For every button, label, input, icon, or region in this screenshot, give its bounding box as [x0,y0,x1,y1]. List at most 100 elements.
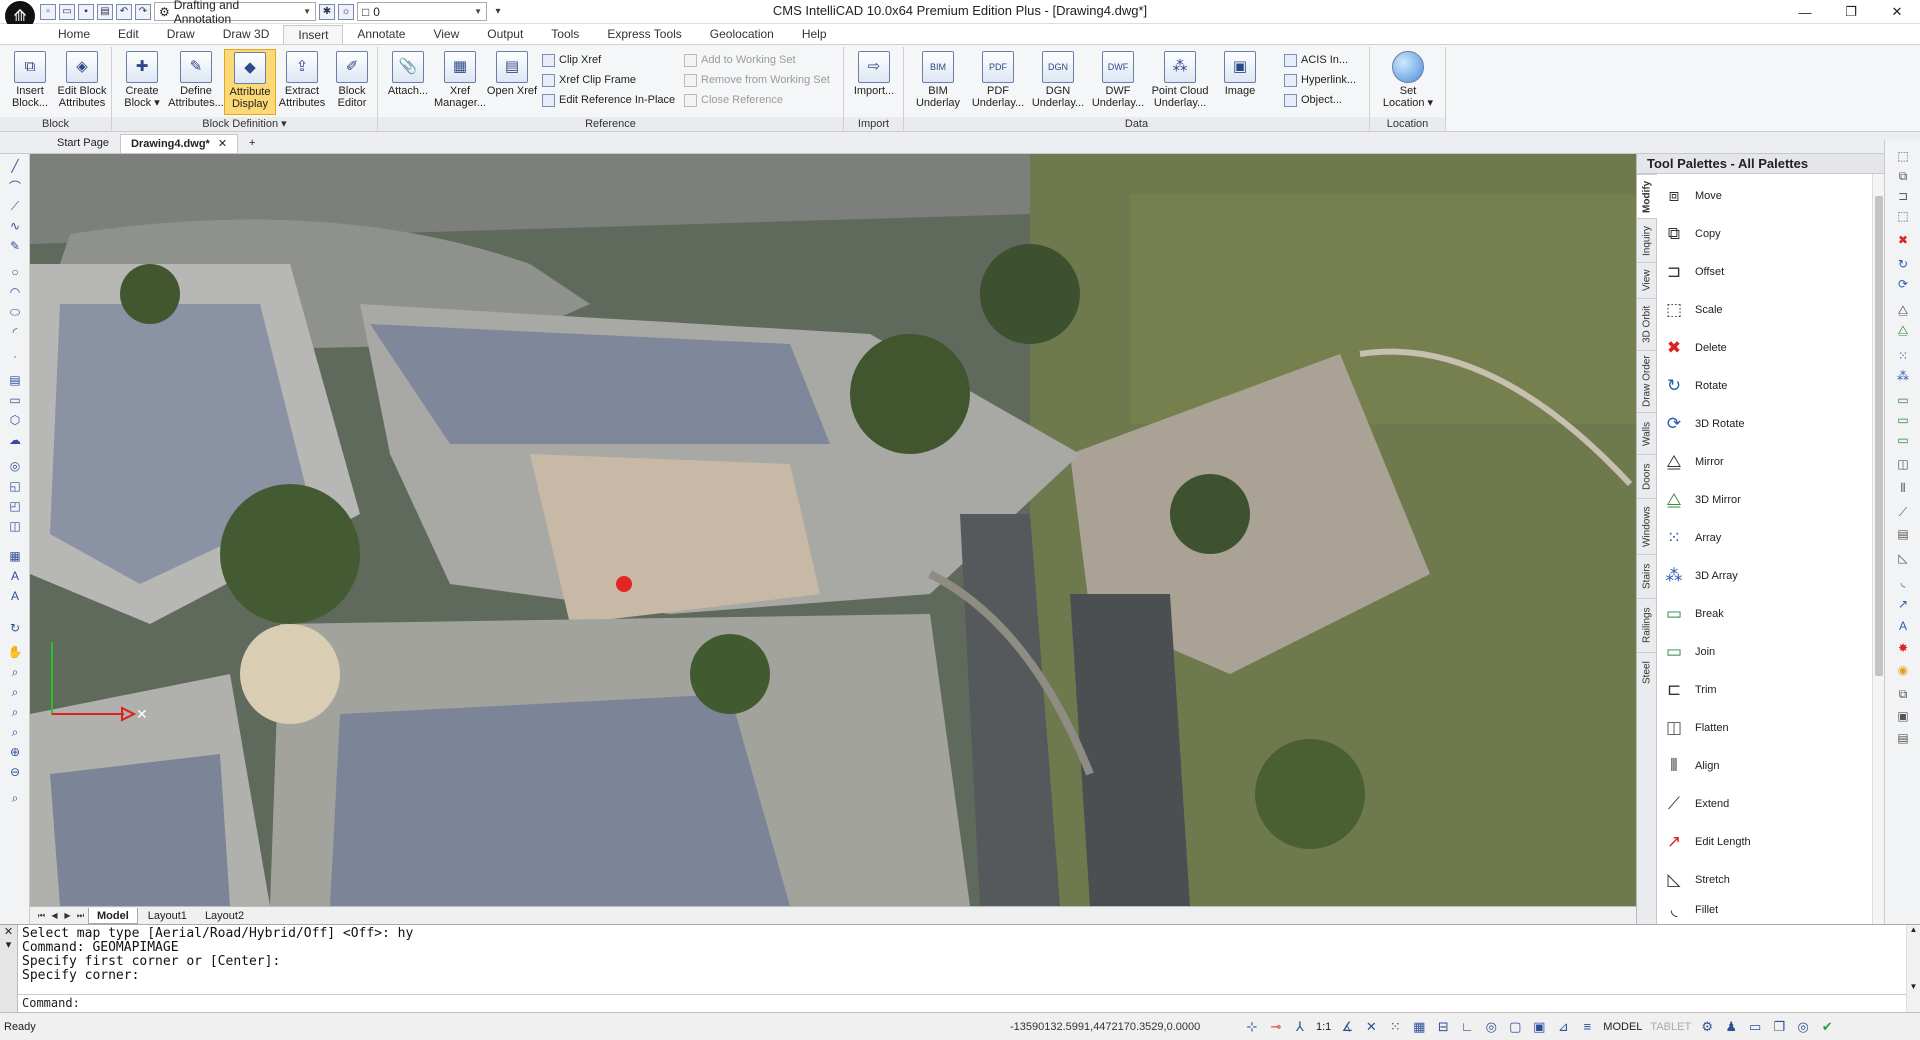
layer-icon[interactable]: ▣ [1895,708,1911,724]
table-icon[interactable]: ▦ [6,548,24,564]
zoom-window-icon[interactable]: ⌕ [6,684,24,700]
palette-item-move[interactable]: ⧈ Move [1661,182,1722,210]
polyline-icon[interactable]: ⌒ [6,178,24,194]
palette-tab-steel[interactable]: Steel [1637,652,1657,692]
palette-item-mirror[interactable]: ⧋ Mirror [1661,448,1723,476]
ortho-icon[interactable]: ⊸ [1264,1016,1288,1038]
tab-draw-3d[interactable]: Draw 3D [209,25,284,44]
flatten-icon[interactable]: ◫ [1895,456,1911,472]
palette-tab-railings[interactable]: Railings [1637,598,1657,652]
palette-tab-stairs[interactable]: Stairs [1637,554,1657,598]
palette-tab-windows[interactable]: Windows [1637,498,1657,554]
coordinates-readout[interactable]: -13590132.5991,4472170.3529,0.0000 [1010,1021,1240,1033]
region-icon[interactable]: ◱ [6,478,24,494]
3d-rotate-icon[interactable]: ⟳ [1895,276,1911,292]
extend-icon[interactable]: ⟋ [1895,504,1911,520]
mtext-icon[interactable]: A [6,588,24,604]
monitor-icon[interactable]: ▭ [1743,1016,1767,1038]
palette-item-flatten[interactable]: ◫ Flatten [1661,714,1729,742]
tab-layout2[interactable]: Layout2 [197,908,252,924]
zoom-previous-icon[interactable]: ⌕ [6,704,24,720]
tab-model[interactable]: Model [88,907,138,924]
define-attributes-button[interactable]: ✎ Define Attributes... [168,49,224,115]
remove-working-set-button[interactable]: Remove from Working Set [684,71,830,89]
delete-icon[interactable]: ✖ [1895,232,1911,248]
text-icon[interactable]: A [6,568,24,584]
annotation-icon[interactable]: ⅄ [1288,1016,1312,1038]
dgn-underlay-button[interactable]: DGN DGN Underlay... [1028,49,1088,115]
import-button[interactable]: ⇨ Import... [848,49,900,115]
open-xref-button[interactable]: ▤ Open Xref [486,49,538,115]
pdf-underlay-button[interactable]: PDF PDF Underlay... [968,49,1028,115]
clip-xref-button[interactable]: Clip Xref [542,51,601,69]
model-space-toggle[interactable]: MODEL [1599,1021,1646,1033]
minimize-button[interactable]: — [1782,0,1828,24]
edit-block-attributes-button[interactable]: ◈ Edit Block Attributes [54,49,110,115]
close-icon[interactable]: ✕ [4,926,13,938]
lineweight-icon[interactable]: ⊟ [1431,1016,1455,1038]
snap-icon[interactable]: ⊹ [1240,1016,1264,1038]
palette-item-align[interactable]: ⫴ Align [1661,752,1719,780]
freehand-icon[interactable]: ✎ [6,238,24,254]
xref-clip-frame-button[interactable]: Xref Clip Frame [542,71,636,89]
image-button[interactable]: ▣ Image [1214,49,1266,115]
cloud-icon[interactable]: ☁ [6,432,24,448]
clean-screen-icon[interactable]: ◎ [1791,1016,1815,1038]
save-icon[interactable]: ▪ [78,3,94,20]
palette-scrollbar[interactable] [1872,174,1884,924]
palette-item-edit-length[interactable]: ↗ Edit Length [1661,828,1751,856]
palette-item-3d-rotate[interactable]: ⟳ 3D Rotate [1661,410,1745,438]
edit-text-icon[interactable]: A [1895,618,1911,634]
hyperlink-button[interactable]: Hyperlink... [1284,71,1356,89]
workspace-icon[interactable]: ♟ [1719,1016,1743,1038]
windows-icon[interactable]: ❐ [1767,1016,1791,1038]
extract-attributes-button[interactable]: ⇪ Extract Attributes [276,49,328,115]
donut-icon[interactable]: ◎ [6,458,24,474]
app-menu-button[interactable]: ⟰ [0,0,40,31]
fillet-icon[interactable]: ◟ [1895,574,1911,590]
check-icon[interactable]: ✔ [1815,1016,1839,1038]
scroll-down-icon[interactable]: ▼ [1907,982,1920,991]
explode-icon[interactable]: ✸ [1895,640,1911,656]
tab-layout1[interactable]: Layout1 [140,908,195,924]
ellipse-arc-icon[interactable]: ◜ [6,324,24,340]
zoom-all-icon[interactable]: ⌕ [6,790,24,806]
polygon-icon[interactable]: ⬡ [6,412,24,428]
palette-item-3d-array[interactable]: ⁂ 3D Array [1661,562,1738,590]
dwf-underlay-button[interactable]: DWF DWF Underlay... [1088,49,1148,115]
scroll-up-icon[interactable]: ▲ [1907,925,1920,934]
sun-icon[interactable]: ☼ [338,3,354,20]
gear-icon[interactable]: ⚙ [1695,1016,1719,1038]
scale-icon[interactable]: ⬚ [1895,208,1911,224]
object-button[interactable]: Object... [1284,91,1342,109]
circle-icon[interactable]: ○ [6,264,24,280]
3d-mirror-icon[interactable]: ⧋ [1895,322,1911,338]
select-icon[interactable]: ⬚ [1895,148,1911,164]
edit-reference-button[interactable]: Edit Reference In-Place [542,91,675,109]
dynamic-input-icon[interactable]: ◎ [1479,1016,1503,1038]
redo-icon[interactable]: ↷ [135,3,151,20]
palette-item-join[interactable]: ▭ Join [1661,638,1715,666]
regen-icon[interactable]: ↻ [6,620,24,636]
palette-tab-walls[interactable]: Walls [1637,412,1657,454]
prev-layout-icon[interactable]: ◀ [49,911,60,920]
palette-tab-draw-order[interactable]: Draw Order [1637,350,1657,412]
mirror-icon[interactable]: ⧋ [1895,302,1911,318]
hatch-icon[interactable]: ▤ [6,372,24,388]
selection-cycling-icon[interactable]: ▣ [1527,1016,1551,1038]
palette-item-break[interactable]: ▭ Break [1661,600,1724,628]
boundary-icon[interactable]: ◰ [6,498,24,514]
block-editor-button[interactable]: ✐ Block Editor [326,49,378,115]
list-icon[interactable]: ▤ [1895,730,1911,746]
palette-item-rotate[interactable]: ↻ Rotate [1661,372,1728,400]
properties-icon[interactable]: ◉ [1895,662,1911,678]
tab-tools[interactable]: Tools [537,25,593,44]
tab-geolocation[interactable]: Geolocation [696,25,788,44]
close-reference-button[interactable]: Close Reference [684,91,783,109]
offset-icon[interactable]: ⊐ [1895,188,1911,204]
palette-item-stretch[interactable]: ◺ Stretch [1661,866,1729,894]
attribute-display-button[interactable]: ◆ Attribute Display [224,49,276,115]
copy-icon[interactable]: ⧉ [1895,168,1911,184]
palette-tab-view[interactable]: View [1637,262,1657,298]
align-icon[interactable]: ⫴ [1895,480,1911,496]
